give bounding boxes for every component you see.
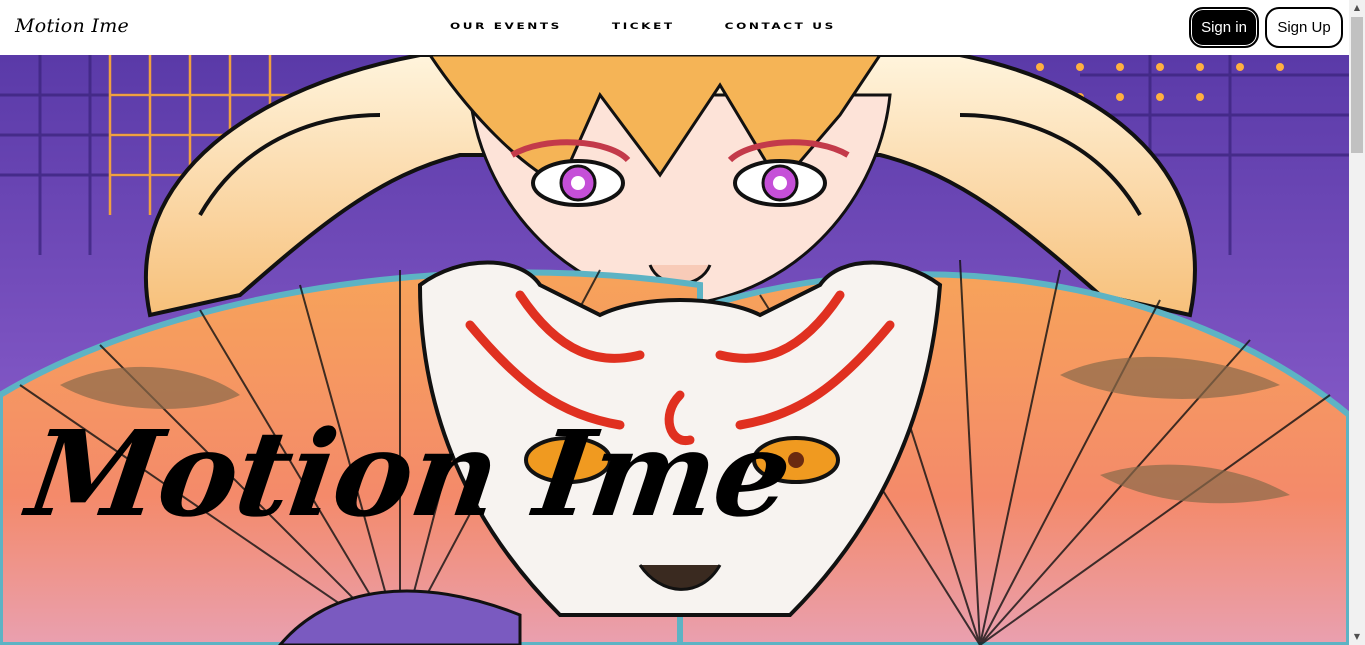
brand-logo[interactable]: Motion Ime: [15, 15, 129, 37]
sign-in-button[interactable]: Sign in: [1189, 7, 1259, 48]
nav-link-ticket[interactable]: TICKET: [612, 21, 675, 32]
sign-up-button[interactable]: Sign Up: [1265, 7, 1343, 48]
triangle-down-icon[interactable]: ▼: [1349, 629, 1365, 645]
triangle-up-icon[interactable]: ▲: [1349, 0, 1365, 16]
nav-link-our-events[interactable]: OUR EVENTS: [450, 21, 562, 32]
page: Motion Ime OUR EVENTS TICKET CONTACT US …: [0, 0, 1365, 645]
hero-title: Motion Ime: [20, 404, 800, 543]
hero-illustration: [0, 55, 1349, 645]
hero-banner: Motion Ime: [0, 55, 1349, 645]
vertical-scrollbar[interactable]: ▲ ▼: [1349, 0, 1365, 645]
nav-links: OUR EVENTS TICKET CONTACT US: [450, 19, 836, 33]
scrollbar-thumb[interactable]: [1351, 17, 1363, 153]
navbar: Motion Ime OUR EVENTS TICKET CONTACT US …: [0, 0, 1349, 55]
nav-link-contact-us[interactable]: CONTACT US: [725, 21, 836, 32]
